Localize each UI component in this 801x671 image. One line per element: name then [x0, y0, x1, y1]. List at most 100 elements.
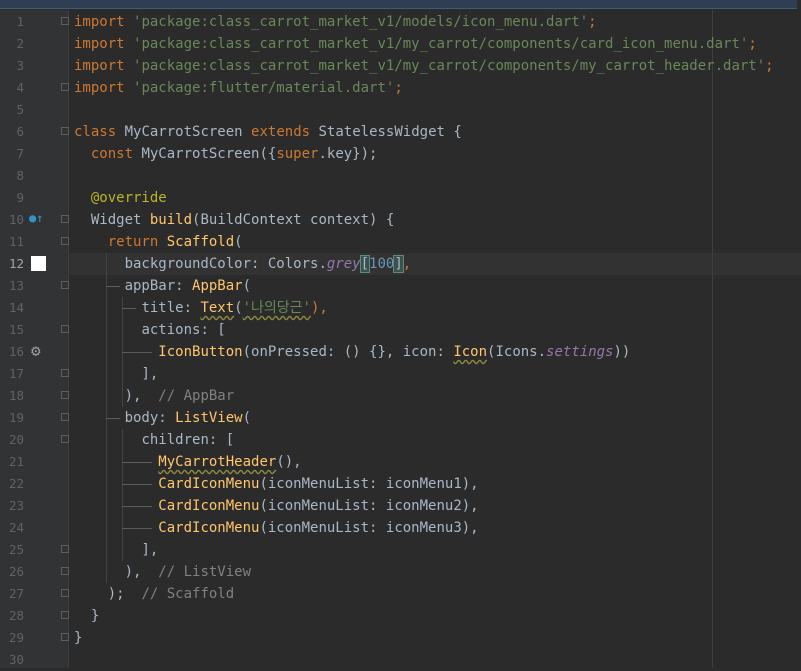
line-number[interactable]: 19: [0, 407, 24, 429]
code-line[interactable]: import 'package:class_carrot_market_v1/m…: [74, 55, 774, 77]
code-line[interactable]: ), // ListView: [74, 561, 251, 583]
color-preview-icon[interactable]: [31, 256, 46, 271]
code-line[interactable]: title: Text('나의당근'),: [74, 297, 327, 319]
code-line[interactable]: ],: [74, 363, 158, 385]
line-number[interactable]: 16: [0, 341, 24, 363]
fold-marker[interactable]: [61, 413, 69, 421]
line-number[interactable]: 14: [0, 297, 24, 319]
right-margin-guide: [712, 10, 713, 668]
code-text: (),: [276, 454, 302, 470]
code-line[interactable]: }: [74, 627, 82, 649]
code-line[interactable]: actions: [: [74, 319, 225, 341]
code-line[interactable]: appBar: AppBar(: [74, 275, 251, 297]
line-number[interactable]: 27: [0, 583, 24, 605]
code-text: children: [: [141, 432, 235, 448]
fold-marker[interactable]: [61, 369, 69, 377]
line-number[interactable]: 21: [0, 451, 24, 473]
code-text: (onPressed: () {}, icon:: [242, 344, 454, 360]
string-literal: 'package:class_carrot_market_v1/my_carro…: [133, 58, 766, 74]
fold-marker[interactable]: [61, 633, 69, 641]
code-line[interactable]: import 'package:class_carrot_market_v1/m…: [74, 11, 597, 33]
keyword: extends: [251, 124, 311, 140]
code-line[interactable]: import 'package:class_carrot_market_v1/m…: [74, 33, 757, 55]
line-number[interactable]: 6: [0, 121, 24, 143]
line-number[interactable]: 18: [0, 385, 24, 407]
code-line[interactable]: ), // AppBar: [74, 385, 235, 407]
code-line[interactable]: Widget build(BuildContext context) {: [74, 209, 394, 231]
line-number[interactable]: 8: [0, 165, 24, 187]
fold-marker[interactable]: [61, 611, 69, 619]
code-line[interactable]: class MyCarrotScreen extends StatelessWi…: [74, 121, 462, 143]
line-number[interactable]: 11: [0, 231, 24, 253]
fold-marker[interactable]: [61, 325, 69, 333]
code-line[interactable]: ); // Scaffold: [74, 583, 234, 605]
type-name: Widget: [90, 212, 142, 228]
fold-marker[interactable]: [61, 237, 69, 245]
fold-marker[interactable]: [61, 567, 69, 575]
fold-marker[interactable]: [61, 83, 69, 91]
line-number[interactable]: 2: [0, 33, 24, 55]
code-line[interactable]: const MyCarrotScreen({super.key});: [74, 143, 378, 165]
fold-marker[interactable]: [61, 545, 69, 553]
code-text: }: [74, 630, 83, 646]
code-line[interactable]: CardIconMenu(iconMenuList: iconMenu3),: [74, 517, 479, 539]
code-line[interactable]: backgroundColor: Colors.grey[100],: [74, 253, 411, 275]
code-line[interactable]: body: ListView(: [74, 407, 251, 429]
code-text: (: [234, 300, 243, 316]
code-line[interactable]: IconButton(onPressed: () {}, icon: Icon(…: [74, 341, 630, 363]
code-line[interactable]: return Scaffold(: [74, 231, 243, 253]
semicolon: ;: [765, 58, 774, 74]
fold-marker[interactable]: [61, 589, 69, 597]
line-number[interactable]: 3: [0, 55, 24, 77]
code-text: (iconMenuList: iconMenu3),: [259, 520, 479, 536]
code-text: (BuildContext context) {: [192, 212, 395, 228]
line-number[interactable]: 24: [0, 517, 24, 539]
fold-marker[interactable]: [61, 391, 69, 399]
line-number[interactable]: 26: [0, 561, 24, 583]
comma: ,: [402, 256, 412, 272]
code-line[interactable]: MyCarrotHeader(),: [74, 451, 302, 473]
code-line[interactable]: import 'package:flutter/material.dart';: [74, 77, 403, 99]
line-number[interactable]: 1: [0, 11, 24, 33]
string-literal: 'package:class_carrot_market_v1/my_carro…: [133, 36, 749, 52]
line-number[interactable]: 17: [0, 363, 24, 385]
line-number[interactable]: 22: [0, 473, 24, 495]
line-number[interactable]: 15: [0, 319, 24, 341]
code-line[interactable]: children: [: [74, 429, 234, 451]
fold-marker[interactable]: [61, 215, 69, 223]
code-text: (: [242, 410, 252, 426]
line-number[interactable]: 23: [0, 495, 24, 517]
settings-gutter-icon[interactable]: ⚙: [31, 342, 49, 360]
annotation: @override: [90, 190, 167, 206]
fold-marker[interactable]: [61, 17, 69, 25]
code-line[interactable]: @override: [74, 187, 167, 209]
line-number[interactable]: 7: [0, 143, 24, 165]
line-number[interactable]: 9: [0, 187, 24, 209]
class-call: IconButton: [158, 344, 243, 360]
line-number[interactable]: 13: [0, 275, 24, 297]
code-text: (Icons.: [487, 344, 547, 360]
code-line[interactable]: CardIconMenu(iconMenuList: iconMenu2),: [74, 495, 478, 517]
fold-marker[interactable]: [61, 435, 69, 443]
fold-marker[interactable]: [61, 127, 69, 135]
line-number[interactable]: 10: [0, 209, 24, 231]
line-number[interactable]: 5: [0, 99, 24, 121]
code-text: }: [90, 608, 100, 624]
override-gutter-icon[interactable]: ●↑: [29, 210, 47, 226]
code-text: );: [107, 586, 125, 602]
keyword: super: [276, 146, 319, 162]
line-number[interactable]: 28: [0, 605, 24, 627]
code-line[interactable]: }: [74, 605, 99, 627]
code-line[interactable]: ],: [74, 539, 158, 561]
code-text: ],: [141, 542, 159, 558]
superclass: StatelessWidget {: [318, 124, 462, 140]
line-number[interactable]: 4: [0, 77, 24, 99]
line-number[interactable]: 29: [0, 627, 24, 649]
code-text: ),: [124, 564, 142, 580]
line-number[interactable]: 25: [0, 539, 24, 561]
line-number[interactable]: 12: [0, 253, 24, 275]
tab-strip: [0, 0, 797, 9]
code-line[interactable]: CardIconMenu(iconMenuList: iconMenu1),: [74, 473, 478, 495]
fold-marker[interactable]: [61, 281, 69, 289]
line-number[interactable]: 20: [0, 429, 24, 451]
